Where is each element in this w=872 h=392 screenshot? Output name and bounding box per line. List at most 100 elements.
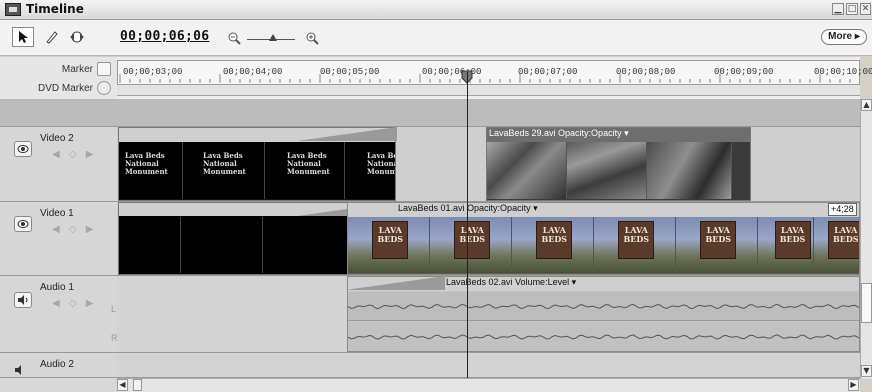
- clip-label[interactable]: LavaBeds 29.avi Opacity:Opacity ▾: [489, 128, 629, 140]
- clip-thumbnail: [181, 217, 263, 273]
- current-timecode[interactable]: 00;00;06;06: [120, 29, 209, 44]
- horizontal-scrollbar[interactable]: ◀ ▶: [117, 378, 860, 392]
- title-bar: Timeline ▁ □ ✕: [0, 0, 872, 20]
- waveform-left-channel: [348, 292, 859, 321]
- track-lane-video1: LavaBeds 01.avi Opacity:Opacity ▾ +4;28 …: [117, 202, 860, 276]
- ruler-tick-label: 00;00;07;00: [518, 67, 578, 77]
- ruler-tick-label: 00;00;08;00: [616, 67, 676, 77]
- sign-text: LAVA BEDS: [619, 226, 653, 244]
- toolbar: 00;00;06;06 More ▸: [0, 20, 872, 56]
- sign-text: LAVA BEDS: [829, 226, 859, 244]
- video2-lavabeds29-clip[interactable]: LavaBeds 29.avi Opacity:Opacity ▾: [486, 127, 751, 201]
- track-name-audio2: Audio 2: [40, 359, 74, 370]
- thumb-line: Monument: [203, 167, 246, 176]
- zoom-in-icon[interactable]: [306, 32, 320, 49]
- thumb-title-text: Lava BedsNationalMonument: [367, 152, 395, 176]
- work-area-band: [0, 99, 860, 127]
- ruler-labels: Marker DVD Marker: [0, 57, 117, 99]
- clip-thumbnail: [567, 142, 647, 199]
- zoom-out-icon[interactable]: [228, 32, 242, 49]
- timeline-app-icon: [5, 3, 21, 16]
- ruler-tick-label: 00;00;03;00: [123, 67, 183, 77]
- track-header-video2: Video 2 ◀ ◇ ▶: [0, 127, 117, 202]
- sign-line: BEDS: [377, 234, 404, 244]
- clip-label[interactable]: LavaBeds 02.avi Volume:Level ▾: [446, 277, 576, 289]
- channel-label-l: L: [111, 304, 117, 314]
- time-ruler[interactable]: 00;00;03;00 00;00;04;00 00;00;05;00 00;0…: [117, 57, 872, 99]
- minimize-icon[interactable]: ▁: [832, 3, 844, 15]
- dvd-marker-bar[interactable]: [117, 85, 860, 96]
- scroll-left-icon[interactable]: ◀: [117, 379, 128, 391]
- vertical-scrollbar[interactable]: ▲ ▼: [860, 99, 872, 379]
- track-lane-audio1: LavaBeds 02.avi Volume:Level ▾: [117, 276, 860, 353]
- zoom-slider-thumb[interactable]: [269, 34, 277, 41]
- eye-toggle-icon[interactable]: [14, 141, 32, 157]
- video1-lavabeds01-clip[interactable]: LavaBeds 01.avi Opacity:Opacity ▾ +4;28 …: [347, 202, 860, 275]
- sign-line: BEDS: [623, 234, 650, 244]
- track-lane-video2: Lava Beds National Monument Lava Beds Natio…: [117, 127, 860, 202]
- sign-text: LAVA BEDS: [455, 226, 489, 244]
- lava-beds-sign-image: LAVA BEDS: [454, 221, 491, 259]
- track-header-video1: Video 1 ◀ ◇ ▶: [0, 202, 117, 276]
- scroll-thumb[interactable]: [861, 283, 872, 323]
- close-icon[interactable]: ✕: [860, 3, 871, 15]
- scroll-right-icon[interactable]: ▶: [848, 379, 859, 391]
- lava-beds-sign-image: LAVA BEDS: [700, 221, 737, 259]
- keyframe-nav-icons[interactable]: ◀ ◇ ▶: [52, 149, 98, 163]
- thumb-line: Monument: [125, 167, 168, 176]
- selection-tool-icon[interactable]: [12, 27, 34, 47]
- clip-thumbnail: [119, 217, 181, 273]
- window-title: Timeline: [26, 2, 84, 16]
- ruler-tick-label: 00;00;10;00: [814, 67, 872, 77]
- track-name-video2: Video 2: [40, 133, 74, 144]
- track-lane-audio2: [117, 353, 860, 378]
- thumb-title-text: Lava BedsNationalMonument: [125, 152, 168, 176]
- sign-line: BEDS: [541, 234, 568, 244]
- waveform-l-svg: [348, 303, 859, 310]
- maximize-icon[interactable]: □: [846, 3, 858, 15]
- ruler-bar[interactable]: 00;00;03;00 00;00;04;00 00;00;05;00 00;0…: [117, 60, 872, 85]
- sign-text: LAVA BEDS: [537, 226, 571, 244]
- clip-thumbnail: LAVA BEDS: [512, 217, 594, 273]
- dvd-marker-icon[interactable]: [97, 81, 111, 95]
- lava-beds-sign-image: LAVA BEDS: [774, 221, 811, 259]
- ruler-tick-label: 00;00;09;00: [714, 67, 774, 77]
- playhead-line[interactable]: [467, 72, 468, 378]
- clip-thumbnail: [487, 142, 567, 199]
- clip-thumbnail: [263, 217, 347, 273]
- track-select-tool-icon[interactable]: [66, 27, 88, 47]
- waveform-r-svg: [348, 334, 859, 340]
- track-header-audio2: Audio 2: [0, 353, 117, 378]
- clip-end-badge: +4;28: [828, 203, 857, 216]
- scroll-up-icon[interactable]: ▲: [861, 99, 872, 111]
- scroll-down-icon[interactable]: ▼: [861, 365, 872, 377]
- more-button[interactable]: More ▸: [821, 29, 867, 45]
- speaker-toggle-icon[interactable]: [14, 292, 32, 308]
- sign-line: BEDS: [779, 234, 806, 244]
- more-button-label: More: [828, 31, 853, 42]
- ruler-tick-label: 00;00;04;00: [223, 67, 283, 77]
- eye-toggle-icon[interactable]: [14, 216, 32, 232]
- clip-thumbnail: LAVA BEDS: [758, 217, 814, 273]
- keyframe-nav-icons[interactable]: ◀ ◇ ▶: [52, 224, 98, 238]
- thumb-title-text: Lava BedsNationalMonument: [203, 152, 246, 176]
- lava-beds-sign-image: LAVA BEDS: [536, 221, 573, 259]
- track-name-video1: Video 1: [40, 208, 74, 219]
- marker-icon[interactable]: [97, 62, 111, 76]
- clip-thumbnail: LAVA BEDS: [430, 217, 512, 273]
- clip-thumbnail: Lava BedsNationalMonument: [119, 142, 183, 199]
- speaker-toggle-icon[interactable]: [14, 365, 28, 378]
- dvd-marker-label: DVD Marker: [37, 83, 93, 94]
- sign-text: LAVA BEDS: [373, 226, 407, 244]
- clip-thumbnail: LAVA BEDS: [814, 217, 859, 273]
- track-name-audio1: Audio 1: [40, 282, 74, 293]
- sign-text: LAVA BEDS: [776, 226, 810, 244]
- clip-thumbnail: Lava BedsNationalMonument: [183, 142, 265, 199]
- horizontal-scroll-thumb[interactable]: [133, 379, 142, 391]
- ruler-tick-label: 00;00;05;00: [320, 67, 380, 77]
- keyframe-nav-icons[interactable]: ◀ ◇ ▶: [52, 298, 98, 312]
- sign-line: BEDS: [833, 234, 859, 244]
- clip-thumbnail: LAVA BEDS: [348, 217, 430, 273]
- razor-tool-icon[interactable]: [41, 27, 63, 47]
- waveform-right-channel: [348, 322, 859, 351]
